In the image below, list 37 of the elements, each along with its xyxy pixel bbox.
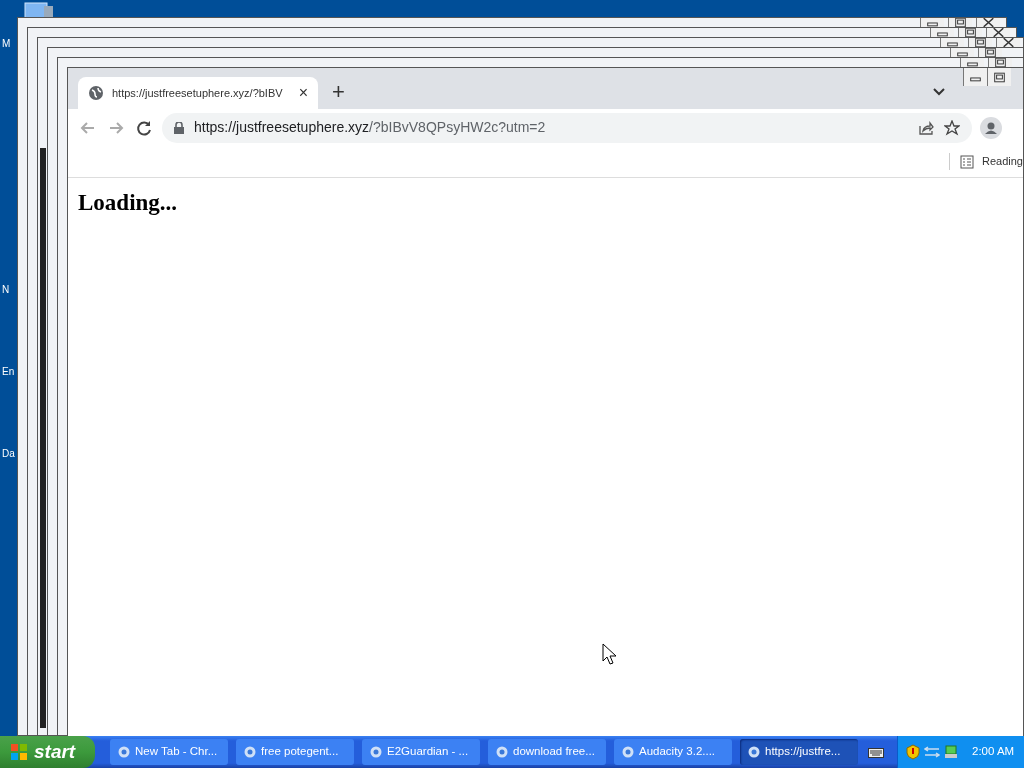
- reading-list-link[interactable]: Reading: [982, 153, 1023, 170]
- tab-title: https://justfreesetuphere.xyz/?bIBV: [112, 85, 284, 101]
- new-tab-button[interactable]: +: [332, 81, 345, 103]
- taskbar-button[interactable]: New Tab - Chr...: [110, 739, 228, 765]
- address-url: https://justfreesetuphere.xyz/?bIBvV8QPsyHW2c?utm=2: [194, 118, 546, 137]
- start-button[interactable]: start: [0, 736, 95, 768]
- taskbar-button[interactable]: download free...: [488, 739, 606, 765]
- windows-logo-icon: [10, 743, 28, 761]
- shield-icon[interactable]: [906, 744, 920, 760]
- browser-icon: [748, 746, 760, 758]
- icon-label[interactable]: En: [2, 366, 15, 378]
- tab-close-button[interactable]: ×: [298, 85, 308, 101]
- globe-icon: [88, 85, 104, 101]
- monitor-icon[interactable]: [944, 745, 958, 759]
- browser-icon: [622, 746, 634, 758]
- star-icon[interactable]: [944, 119, 960, 136]
- browser-icon: [244, 746, 256, 758]
- taskbar-button[interactable]: https://justfre...: [740, 739, 858, 765]
- lock-icon: [174, 121, 184, 134]
- address-bar[interactable]: https://justfreesetuphere.xyz/?bIBvV8QPsyHW2c?utm=2: [162, 112, 972, 143]
- page-heading: Loading...: [78, 189, 179, 217]
- icon-label[interactable]: Da: [2, 448, 15, 460]
- keyboard-icon[interactable]: [868, 746, 884, 758]
- browser-icon: [496, 746, 508, 758]
- browser-icon: [370, 746, 382, 758]
- taskbar-button[interactable]: free potegent...: [236, 739, 354, 765]
- chevron-down-icon[interactable]: [932, 87, 946, 97]
- share-icon[interactable]: [918, 119, 934, 136]
- avatar-icon[interactable]: [980, 116, 1002, 139]
- taskbar-button[interactable]: Audacity 3.2....: [614, 739, 732, 765]
- browser-icon: [118, 746, 130, 758]
- icon-label[interactable]: N: [2, 284, 10, 296]
- taskbar-button[interactable]: E2Guardian - ...: [362, 739, 480, 765]
- mouse-pointer-icon: [602, 643, 616, 665]
- icon-label[interactable]: M: [2, 38, 11, 50]
- browser-tab[interactable]: https://justfreesetuphere.xyz/?bIBV ×: [78, 77, 318, 109]
- clock: 2:00 AM: [972, 744, 1015, 760]
